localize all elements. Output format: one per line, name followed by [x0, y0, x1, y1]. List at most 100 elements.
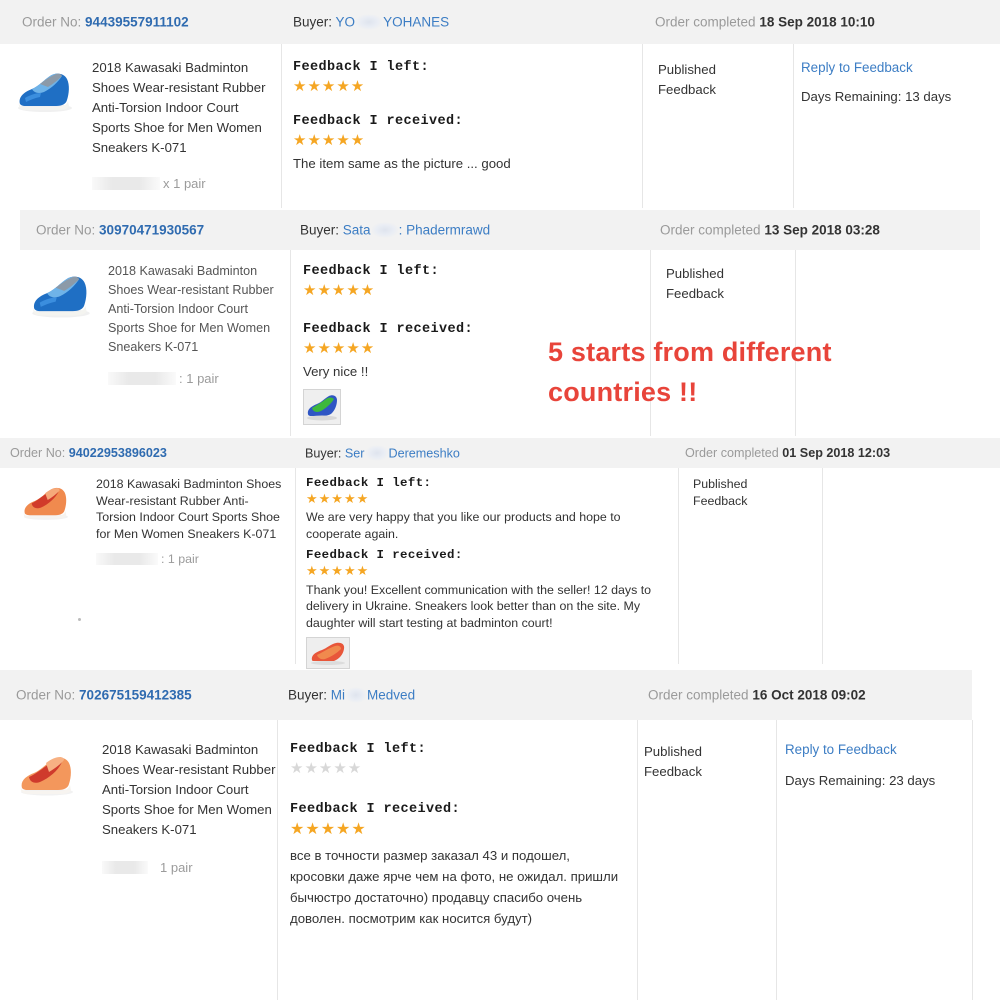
status-line-2: Feedback [666, 286, 724, 301]
status-badge: Published Feedback [644, 742, 766, 782]
status-line-1: Published [658, 62, 716, 77]
quantity-text: x 1 pair [163, 176, 206, 191]
product-column: 2018 Kawasaki Badminton Shoes Wear-resis… [0, 468, 295, 621]
order-no-value[interactable]: 30970471930567 [99, 223, 204, 238]
product-thumbnail[interactable] [14, 62, 76, 114]
order-block: Order No: 30970471930567 Buyer: Sata: Ph… [0, 210, 1000, 436]
order-number-cell: Order No: 30970471930567 [36, 223, 204, 238]
column-divider [795, 250, 796, 436]
sku-blur [96, 553, 158, 565]
product-thumbnail[interactable] [28, 264, 94, 320]
order-date-cell: Order completed 13 Sep 2018 03:28 [660, 223, 880, 238]
feedback-left-stars: ★★★★★ [290, 760, 363, 777]
feedback-column: Feedback I left: ★★★★★ Feedback I receiv… [281, 44, 641, 181]
product-quantity: : 1 pair [108, 371, 282, 386]
product-title[interactable]: 2018 Kawasaki Badminton Shoes Wear-resis… [102, 740, 282, 840]
product-title[interactable]: 2018 Kawasaki Badminton Shoes Wear-resis… [108, 262, 286, 357]
action-column [823, 468, 1000, 492]
order-header: Order No: 94439557911102 Buyer: YO YOHANE… [0, 0, 1000, 44]
feedback-photo-thumbnail[interactable] [303, 389, 341, 425]
action-column [796, 250, 1000, 274]
order-no-label: Order No: [16, 687, 76, 703]
quantity-text: 1 pair [160, 860, 193, 875]
status-line-2: Feedback [658, 82, 716, 97]
buyer-name-suffix[interactable]: : Phadermrawd [399, 223, 491, 238]
buyer-name-prefix[interactable]: YO [336, 15, 356, 30]
buyer-cell: Buyer: YO YOHANES [293, 14, 449, 30]
status-badge: Published Feedback [658, 60, 782, 100]
order-body: 2018 Kawasaki Badminton Shoes Wear-resis… [0, 468, 1000, 670]
scan-artifact-dot [78, 618, 81, 621]
order-number-cell: Order No: 94022953896023 [10, 446, 167, 460]
order-date-cell: Order completed 16 Oct 2018 09:02 [648, 688, 866, 703]
feedback-left-text: We are very happy that you like our prod… [306, 510, 621, 541]
product-thumbnail[interactable] [18, 478, 74, 522]
feedback-list-page: Order No: 94439557911102 Buyer: YO YOHANE… [0, 0, 1000, 1000]
buyer-name-blur [346, 687, 367, 703]
feedback-column: Feedback I left: ★★★★★ Feedback I receiv… [278, 720, 637, 937]
buyer-name-suffix[interactable]: Medved [367, 688, 415, 703]
order-no-label: Order No: [10, 446, 66, 460]
order-completed-label: Order completed [685, 446, 779, 460]
feedback-received-heading: Feedback I received: [290, 801, 461, 817]
order-header: Order No: 94022953896023 Buyer: Ser Derem… [0, 438, 1000, 468]
product-column: 2018 Kawasaki Badminton Shoes Wear-resis… [0, 720, 277, 879]
action-column: Reply to Feedback Days Remaining: 23 day… [777, 720, 972, 796]
buyer-name-prefix[interactable]: Ser [345, 447, 365, 461]
order-no-value[interactable]: 702675159412385 [79, 688, 192, 703]
buyer-name-prefix[interactable]: Mi [331, 688, 345, 703]
order-block: Order No: 94022953896023 Buyer: Ser Derem… [0, 438, 1000, 670]
quantity-text: : 1 pair [179, 371, 219, 386]
status-line-2: Feedback [644, 764, 702, 779]
product-thumbnail[interactable] [16, 746, 78, 798]
feedback-received-text: Very nice !! [303, 364, 369, 379]
buyer-label: Buyer: [288, 687, 328, 703]
column-divider [822, 468, 823, 664]
order-completed-value: 16 Oct 2018 09:02 [752, 687, 866, 703]
order-completed-label: Order completed [660, 222, 761, 238]
order-date-cell: Order completed 18 Sep 2018 10:10 [655, 15, 875, 30]
buyer-name-blur [356, 14, 383, 30]
quantity-text: : 1 pair [161, 552, 199, 566]
feedback-received-heading: Feedback I received: [293, 113, 464, 129]
product-title[interactable]: 2018 Kawasaki Badminton Shoes Wear-resis… [96, 476, 284, 542]
status-line-1: Published [666, 266, 724, 281]
order-completed-label: Order completed [648, 687, 749, 703]
days-remaining-text: Days Remaining: 23 days [785, 773, 936, 788]
feedback-received-stars: ★★★★★ [306, 563, 370, 579]
product-quantity: x 1 pair [92, 176, 272, 191]
status-line-2: Feedback [693, 493, 748, 508]
sku-blur [108, 372, 176, 385]
product-quantity: 1 pair [102, 860, 269, 875]
buyer-name-suffix[interactable]: YOHANES [383, 15, 449, 30]
reply-to-feedback-link[interactable]: Reply to Feedback [785, 742, 962, 757]
order-no-value[interactable]: 94439557911102 [85, 15, 189, 30]
buyer-cell: Buyer: Mi Medved [288, 687, 415, 703]
buyer-cell: Buyer: Ser Deremeshko [305, 445, 460, 461]
feedback-left-stars: ★★★★★ [306, 491, 370, 506]
buyer-label: Buyer: [293, 14, 333, 30]
feedback-column: Feedback I left: ★★★★★ Feedback I receiv… [291, 250, 651, 433]
reply-to-feedback-link[interactable]: Reply to Feedback [801, 60, 990, 75]
order-no-value[interactable]: 94022953896023 [69, 446, 167, 460]
order-completed-value: 18 Sep 2018 10:10 [759, 14, 875, 30]
order-header: Order No: 702675159412385 Buyer: Mi Medve… [0, 670, 972, 720]
product-quantity: : 1 pair [96, 552, 287, 566]
order-block: Order No: 702675159412385 Buyer: Mi Medve… [0, 670, 1000, 1000]
product-title[interactable]: 2018 Kawasaki Badminton Shoes Wear-resis… [92, 58, 274, 158]
order-completed-value: 01 Sep 2018 12:03 [782, 446, 891, 460]
order-no-label: Order No: [36, 222, 96, 238]
buyer-name-prefix[interactable]: Sata [343, 223, 371, 238]
sku-blur [92, 177, 160, 190]
order-body: 2018 Kawasaki Badminton Shoes Wear-resis… [0, 44, 1000, 208]
order-body: 2018 Kawasaki Badminton Shoes Wear-resis… [0, 250, 1000, 436]
feedback-left-heading: Feedback I left: [290, 742, 427, 757]
feedback-left-heading: Feedback I left: [303, 264, 440, 279]
feedback-received-text: Thank you! Excellent communication with … [306, 582, 652, 630]
buyer-name-suffix[interactable]: Deremeshko [389, 447, 460, 461]
column-divider [972, 720, 973, 1000]
feedback-photo-thumbnail[interactable] [306, 637, 350, 670]
feedback-received-stars: ★★★★★ [293, 131, 366, 149]
